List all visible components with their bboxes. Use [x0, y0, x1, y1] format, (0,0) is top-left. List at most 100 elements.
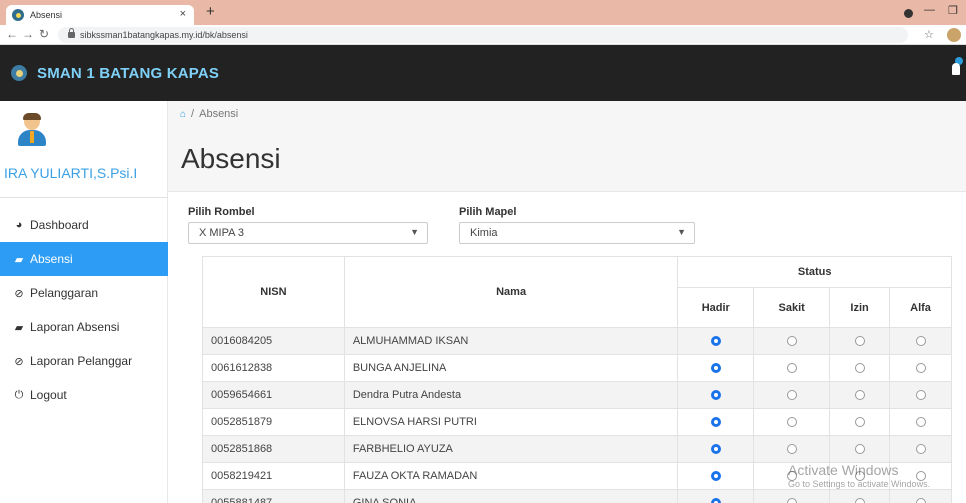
- sidebar-item-dashboard[interactable]: ◕ Dashboard: [0, 208, 168, 242]
- home-icon[interactable]: ⌂: [180, 109, 186, 120]
- mapel-select[interactable]: Kimia ▼: [459, 222, 695, 244]
- reload-icon[interactable]: ↻: [39, 27, 49, 41]
- tab-close-icon[interactable]: ×: [180, 8, 186, 20]
- alfa-cell: [889, 327, 952, 355]
- sidebar-menu: ◕ Dashboard ▰ Absensi ⊘ Pelanggaran ▰ La…: [0, 208, 168, 412]
- app-header: SMAN 1 BATANG KAPAS: [0, 45, 966, 101]
- table-row: 0052851879 ELNOVSA HARSI PUTRI: [202, 408, 952, 436]
- nisn-cell: 0052851868: [202, 435, 345, 463]
- sidebar-item-pelanggaran[interactable]: ⊘ Pelanggaran: [0, 276, 168, 310]
- izin-cell: [829, 381, 891, 409]
- hadir-radio[interactable]: [710, 498, 721, 503]
- hadir-radio[interactable]: [710, 390, 721, 401]
- sakit-radio[interactable]: [786, 336, 797, 347]
- header-hadir: Hadir: [677, 287, 755, 328]
- hadir-radio[interactable]: [710, 471, 721, 482]
- browser-tab-strip: Absensi × + — ❐: [0, 0, 966, 25]
- nisn-cell: 0055881487: [202, 489, 345, 503]
- hadir-radio[interactable]: [710, 363, 721, 374]
- izin-cell: [829, 435, 891, 463]
- sakit-cell: [753, 489, 831, 503]
- sakit-radio[interactable]: [786, 363, 797, 374]
- address-bar[interactable]: sibkssman1batangkapas.my.id/bk/absensi: [58, 27, 908, 43]
- bell-icon[interactable]: [952, 63, 960, 75]
- hadir-radio[interactable]: [710, 417, 721, 428]
- alfa-radio[interactable]: [915, 444, 926, 455]
- izin-cell: [829, 489, 891, 503]
- url-text: sibkssman1batangkapas.my.id/bk/absensi: [80, 30, 248, 40]
- hadir-cell: [677, 489, 755, 503]
- sidebar-item-laporan-absensi[interactable]: ▰ Laporan Absensi: [0, 310, 168, 344]
- hadir-radio[interactable]: [710, 336, 721, 347]
- breadcrumb-current: Absensi: [199, 108, 239, 120]
- sakit-cell: [753, 381, 831, 409]
- watermark-subtitle: Go to Settings to activate Windows.: [788, 479, 931, 489]
- izin-cell: [829, 327, 891, 355]
- browser-tab[interactable]: Absensi ×: [6, 5, 194, 25]
- sakit-cell: [753, 435, 831, 463]
- nama-cell: GINA SONIA: [343, 489, 679, 503]
- sidebar: IRA YULIARTI,S.Psi.I ◕ Dashboard ▰ Absen…: [0, 101, 168, 503]
- izin-radio[interactable]: [854, 390, 865, 401]
- alfa-radio[interactable]: [915, 363, 926, 374]
- sakit-radio[interactable]: [786, 498, 797, 503]
- title-divider: [168, 191, 966, 192]
- sidebar-item-logout[interactable]: ⏻ Logout: [0, 378, 168, 412]
- ban-icon: ⊘: [14, 355, 24, 368]
- breadcrumb: ⌂ / Absensi: [168, 101, 966, 127]
- mapel-selected-value: Kimia: [470, 227, 498, 239]
- izin-cell: [829, 408, 891, 436]
- sidebar-item-label: Laporan Absensi: [30, 320, 120, 334]
- forward-arrow-icon[interactable]: →: [22, 27, 34, 41]
- brand-title[interactable]: SMAN 1 BATANG KAPAS: [37, 65, 219, 82]
- record-icon[interactable]: [904, 9, 913, 18]
- alfa-cell: [889, 408, 952, 436]
- sidebar-item-label: Logout: [30, 388, 67, 402]
- sakit-radio[interactable]: [786, 417, 797, 428]
- izin-radio[interactable]: [854, 336, 865, 347]
- table-row: 0059654661 Dendra Putra Andesta: [202, 381, 952, 409]
- main-content: ⌂ / Absensi Absensi Pilih Rombel X MIPA …: [168, 101, 966, 503]
- sakit-cell: [753, 408, 831, 436]
- back-arrow-icon[interactable]: ←: [6, 27, 18, 41]
- minimize-icon[interactable]: —: [924, 4, 935, 16]
- chevron-down-icon: ▼: [410, 227, 419, 237]
- new-tab-button[interactable]: +: [206, 3, 215, 20]
- windows-activation-watermark: Activate Windows Go to Settings to activ…: [788, 462, 930, 489]
- nama-cell: ELNOVSA HARSI PUTRI: [343, 408, 679, 436]
- sidebar-item-label: Pelanggaran: [30, 286, 99, 300]
- nisn-cell: 0052851879: [202, 408, 345, 436]
- sakit-radio[interactable]: [786, 444, 797, 455]
- restore-icon[interactable]: ❐: [948, 4, 958, 17]
- alfa-radio[interactable]: [915, 498, 926, 503]
- alfa-radio[interactable]: [915, 336, 926, 347]
- rombel-select[interactable]: X MIPA 3 ▼: [188, 222, 428, 244]
- sakit-radio[interactable]: [786, 390, 797, 401]
- sidebar-item-label: Absensi: [30, 252, 73, 266]
- tachometer-icon: ◕: [15, 219, 23, 231]
- hadir-radio[interactable]: [710, 444, 721, 455]
- page-title-bar: Absensi: [168, 127, 966, 191]
- bookmark-star-icon[interactable]: ☆: [924, 28, 934, 41]
- sidebar-item-label: Laporan Pelanggar: [30, 354, 133, 368]
- sakit-cell: [753, 327, 831, 355]
- sidebar-item-laporan-pelanggar[interactable]: ⊘ Laporan Pelanggar: [0, 344, 168, 378]
- izin-radio[interactable]: [854, 444, 865, 455]
- alfa-radio[interactable]: [915, 390, 926, 401]
- alfa-radio[interactable]: [915, 417, 926, 428]
- izin-radio[interactable]: [854, 363, 865, 374]
- profile-avatar-icon[interactable]: [947, 28, 961, 42]
- user-avatar-icon: [17, 113, 47, 147]
- izin-radio[interactable]: [854, 417, 865, 428]
- lock-icon: [68, 28, 75, 38]
- table-row: 0016084205 ALMUHAMMAD IKSAN: [202, 327, 952, 355]
- browser-toolbar: ← → ↻ sibkssman1batangkapas.my.id/bk/abs…: [0, 25, 966, 45]
- nama-cell: FAUZA OKTA RAMADAN: [343, 462, 679, 490]
- nisn-cell: 0061612838: [202, 354, 345, 382]
- mapel-label: Pilih Mapel: [459, 206, 517, 218]
- izin-radio[interactable]: [854, 498, 865, 503]
- chevron-down-icon: ▼: [677, 227, 686, 237]
- sidebar-item-absensi[interactable]: ▰ Absensi: [0, 242, 168, 276]
- nisn-cell: 0059654661: [202, 381, 345, 409]
- nisn-cell: 0058219421: [202, 462, 345, 490]
